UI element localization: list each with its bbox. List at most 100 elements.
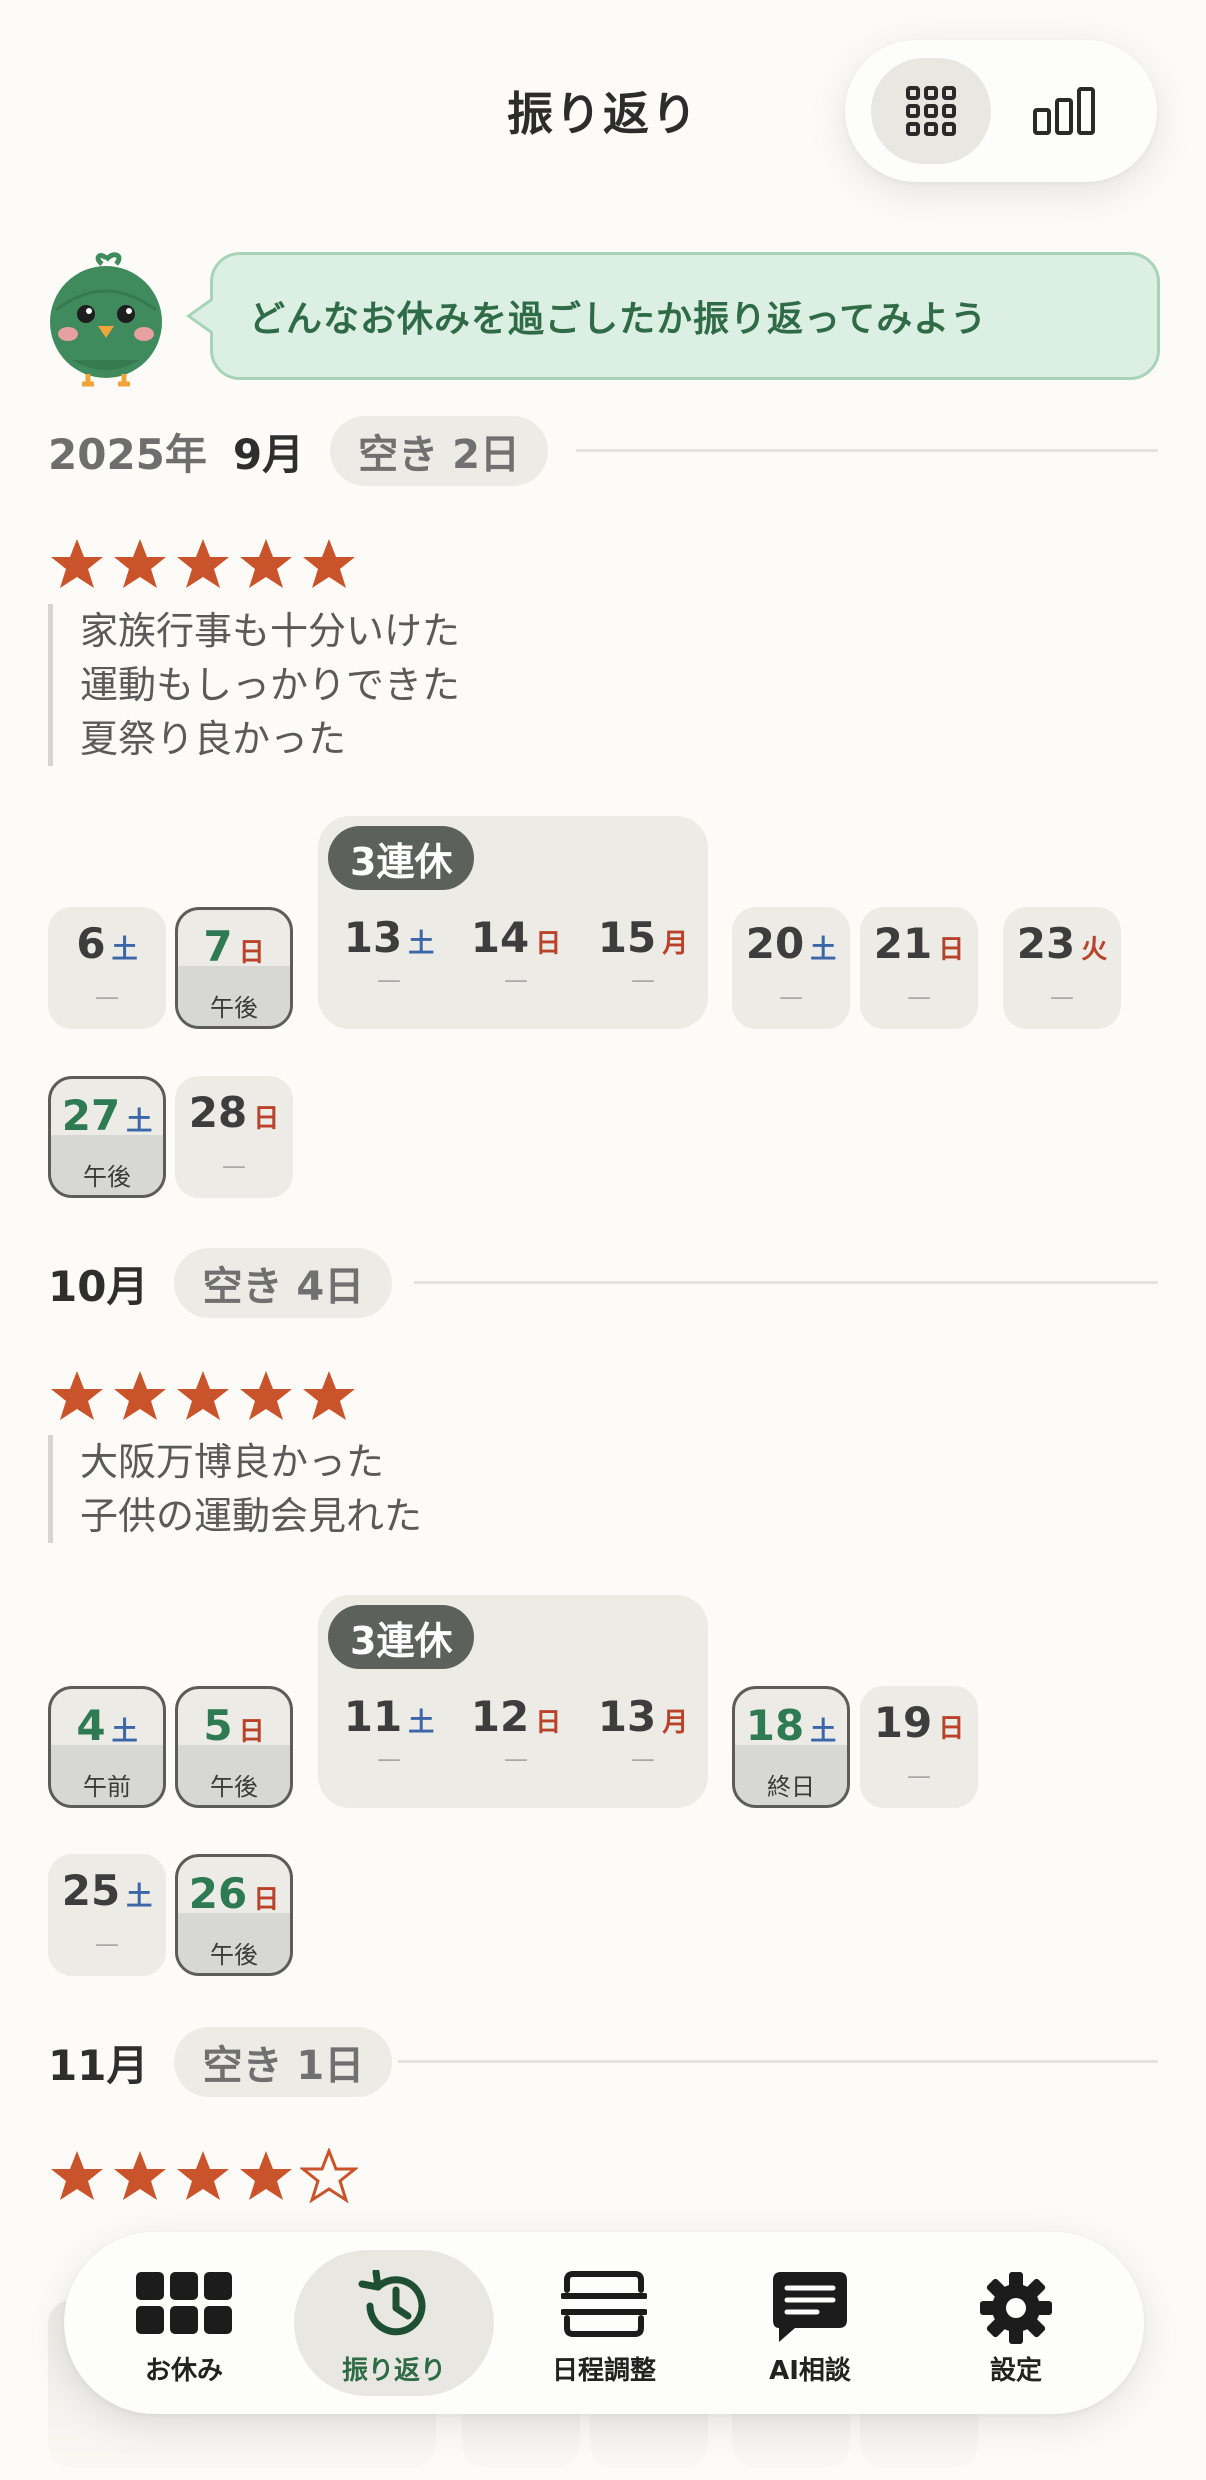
rating-stars[interactable] [48, 1368, 363, 1426]
star-filled-icon[interactable] [237, 2148, 295, 2206]
day-number: 12 [470, 1692, 530, 1741]
weekday: 土 [810, 1717, 837, 1747]
day-chip[interactable]: 28 日 — [175, 1076, 293, 1198]
day-status: — [377, 1745, 401, 1773]
day-chip-booked[interactable]: 26 日 午後 [175, 1854, 293, 1976]
group-day[interactable]: 13 月 — [584, 1692, 702, 1773]
day-chip[interactable]: 21 日 — [860, 907, 978, 1029]
day-chip[interactable]: 25 土 — [48, 1854, 166, 1976]
day-chip[interactable]: 20 土 — [732, 907, 850, 1029]
weekday: 日 [253, 1885, 280, 1915]
star-filled-icon[interactable] [48, 2148, 106, 2206]
weekday: 土 [126, 1107, 153, 1137]
group-day[interactable]: 14 日 — [457, 913, 575, 994]
day-chip[interactable]: 6土 — [48, 907, 166, 1029]
holiday-group[interactable]: 3連休 11 土 — 12 日 — 13 月 — [318, 1595, 708, 1808]
nav-review[interactable]: 振り返り [294, 2250, 494, 2396]
star-filled-icon[interactable] [111, 1368, 169, 1426]
schedule-icon [561, 2271, 647, 2337]
bottom-nav: お休み 振り返り 日程調整 AI相談 設定 [64, 2232, 1144, 2414]
day-chip[interactable]: 19 日 — [860, 1686, 978, 1808]
star-filled-icon[interactable] [111, 536, 169, 594]
day-chip-booked[interactable]: 7日 午後 [175, 907, 293, 1029]
weekday: 土 [408, 929, 435, 959]
grid-view-button[interactable] [871, 58, 991, 164]
day-status: 午前 [83, 1773, 131, 1801]
day-number: 28 [188, 1088, 248, 1137]
day-number: 23 [1016, 919, 1076, 968]
day-status: — [95, 983, 119, 1011]
day-status: — [631, 966, 655, 994]
weekday: 日 [938, 935, 965, 965]
day-chip[interactable]: 23 火 — [1003, 907, 1121, 1029]
star-filled-icon[interactable] [174, 1368, 232, 1426]
group-day[interactable]: 13 土 — [330, 913, 448, 994]
day-number: 5 [203, 1701, 233, 1750]
nav-settings[interactable]: 設定 [916, 2250, 1116, 2396]
weekday: 日 [238, 938, 265, 968]
star-empty-icon[interactable] [300, 2148, 358, 2206]
divider [398, 2060, 1158, 2063]
nav-label: 日程調整 [551, 2356, 656, 2386]
review-note[interactable]: 大阪万博良かった 子供の運動会見れた [48, 1435, 422, 1543]
day-number: 7 [203, 922, 233, 971]
consecutive-holiday-badge: 3連休 [328, 826, 475, 890]
star-filled-icon[interactable] [174, 536, 232, 594]
month-header-november: 11月 空き 1日 [48, 2027, 393, 2097]
chart-view-button[interactable] [1005, 58, 1125, 164]
day-number: 19 [873, 1698, 933, 1747]
star-filled-icon[interactable] [237, 1368, 295, 1426]
day-status: 午後 [83, 1163, 131, 1191]
bird-mascot-icon [50, 252, 162, 387]
day-number: 25 [61, 1866, 121, 1915]
view-toggle [845, 40, 1157, 182]
group-day[interactable]: 11 土 — [330, 1692, 448, 1773]
nav-holidays[interactable]: お休み [84, 2250, 284, 2396]
star-filled-icon[interactable] [237, 536, 295, 594]
group-day[interactable]: 12 日 — [457, 1692, 575, 1773]
nav-label: お休み [144, 2356, 223, 2386]
weekday: 日 [535, 929, 562, 959]
weekday: 火 [1081, 935, 1108, 965]
grid-icon [906, 86, 956, 136]
free-days-pill: 空き 1日 [174, 2027, 393, 2097]
star-filled-icon[interactable] [300, 1368, 358, 1426]
day-number: 26 [188, 1869, 248, 1918]
weekday: 土 [111, 1717, 138, 1747]
day-status: 午後 [210, 1773, 258, 1801]
day-number: 18 [745, 1701, 805, 1750]
day-chip-booked[interactable]: 18 土 終日 [732, 1686, 850, 1808]
month-label: 10月 [48, 1261, 149, 1311]
gear-icon [980, 2272, 1052, 2344]
star-filled-icon[interactable] [48, 536, 106, 594]
holiday-group[interactable]: 3連休 13 土 — 14 日 — 15 月 — [318, 816, 708, 1029]
day-number: 6 [76, 919, 106, 968]
day-chip-booked[interactable]: 4土 午前 [48, 1686, 166, 1808]
speech-bubble: どんなお休みを過ごしたか振り返ってみよう [210, 252, 1160, 380]
review-note[interactable]: 家族行事も十分いけた 運動もしっかりできた 夏祭り良かった [48, 604, 460, 766]
star-filled-icon[interactable] [111, 2148, 169, 2206]
note-line: 子供の運動会見れた [80, 1494, 423, 1538]
rating-stars[interactable] [48, 536, 363, 594]
group-day[interactable]: 15 月 — [584, 913, 702, 994]
day-number: 21 [873, 919, 933, 968]
nav-schedule[interactable]: 日程調整 [504, 2250, 704, 2396]
weekday: 日 [253, 1104, 280, 1134]
star-filled-icon[interactable] [48, 1368, 106, 1426]
day-status: — [377, 966, 401, 994]
day-number: 14 [470, 913, 530, 962]
day-status: — [504, 1745, 528, 1773]
day-number: 15 [597, 913, 657, 962]
star-filled-icon[interactable] [174, 2148, 232, 2206]
day-chip-booked[interactable]: 27 土 午後 [48, 1076, 166, 1198]
day-status: — [907, 983, 931, 1011]
weekday: 土 [408, 1708, 435, 1738]
nav-ai-consult[interactable]: AI相談 [710, 2250, 910, 2396]
day-number: 4 [76, 1701, 106, 1750]
day-chip-booked[interactable]: 5日 午後 [175, 1686, 293, 1808]
day-status: 午後 [210, 994, 258, 1022]
day-number: 13 [597, 1692, 657, 1741]
star-filled-icon[interactable] [300, 536, 358, 594]
day-status: — [631, 1745, 655, 1773]
rating-stars[interactable] [48, 2148, 363, 2206]
